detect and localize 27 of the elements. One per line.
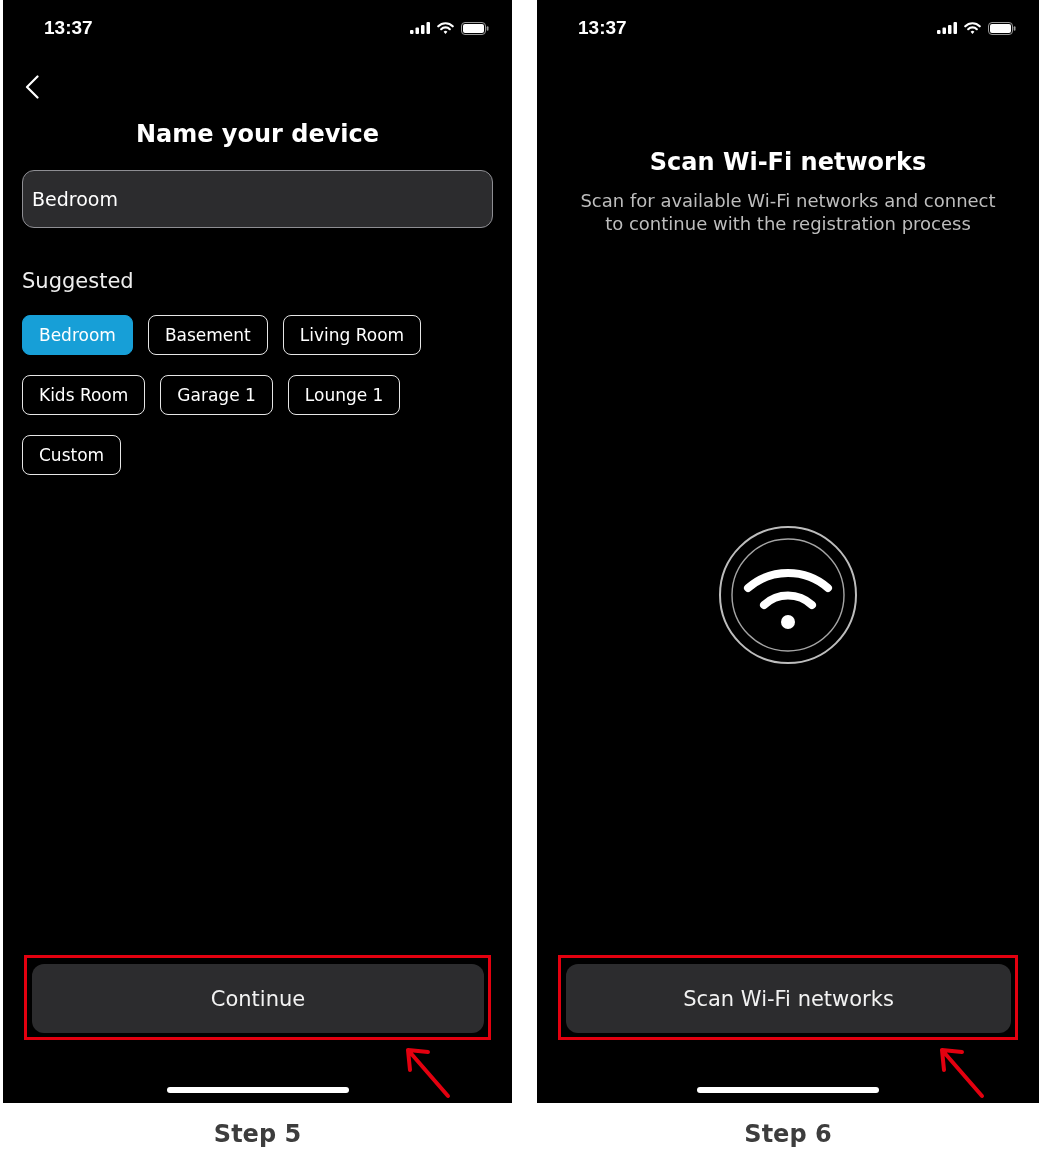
suggestion-chip[interactable]: Lounge 1	[287, 375, 401, 415]
scan-networks-button[interactable]: Scan Wi-Fi networks	[566, 964, 1011, 1033]
suggestion-chip[interactable]: Custom	[22, 435, 122, 475]
status-time: 13:37	[578, 17, 627, 39]
battery-icon	[988, 21, 1016, 35]
cellular-signal-icon	[410, 22, 430, 34]
section-label: Suggested	[22, 269, 134, 293]
pointer-arrow	[937, 1046, 987, 1100]
chevron-left-icon	[25, 75, 39, 99]
screen-description: Scan for available Wi-Fi networks and connect to continue with the registration process	[579, 189, 997, 235]
screen-title: Scan Wi-Fi networks	[649, 147, 927, 178]
screen-title: Name your device	[135, 119, 380, 150]
suggestion-chip[interactable]: Basement	[147, 315, 268, 355]
wifi-icon	[718, 525, 858, 665]
battery-icon	[461, 21, 489, 35]
step-caption: Step 6	[744, 1119, 832, 1149]
pointer-arrow	[403, 1046, 453, 1100]
cellular-signal-icon	[937, 22, 957, 34]
device-name-field[interactable]: Bedroom	[22, 170, 493, 228]
wifi-icon	[437, 22, 454, 34]
continue-button[interactable]: Continue	[32, 964, 484, 1033]
suggestion-chip[interactable]: Kids Room	[22, 375, 146, 415]
step-caption: Step 5	[213, 1119, 302, 1149]
suggestion-chip[interactable]: Garage 1	[160, 375, 273, 415]
wifi-icon	[964, 22, 981, 34]
suggestion-chip[interactable]: Living Room	[282, 315, 422, 355]
status-time: 13:37	[44, 17, 93, 39]
